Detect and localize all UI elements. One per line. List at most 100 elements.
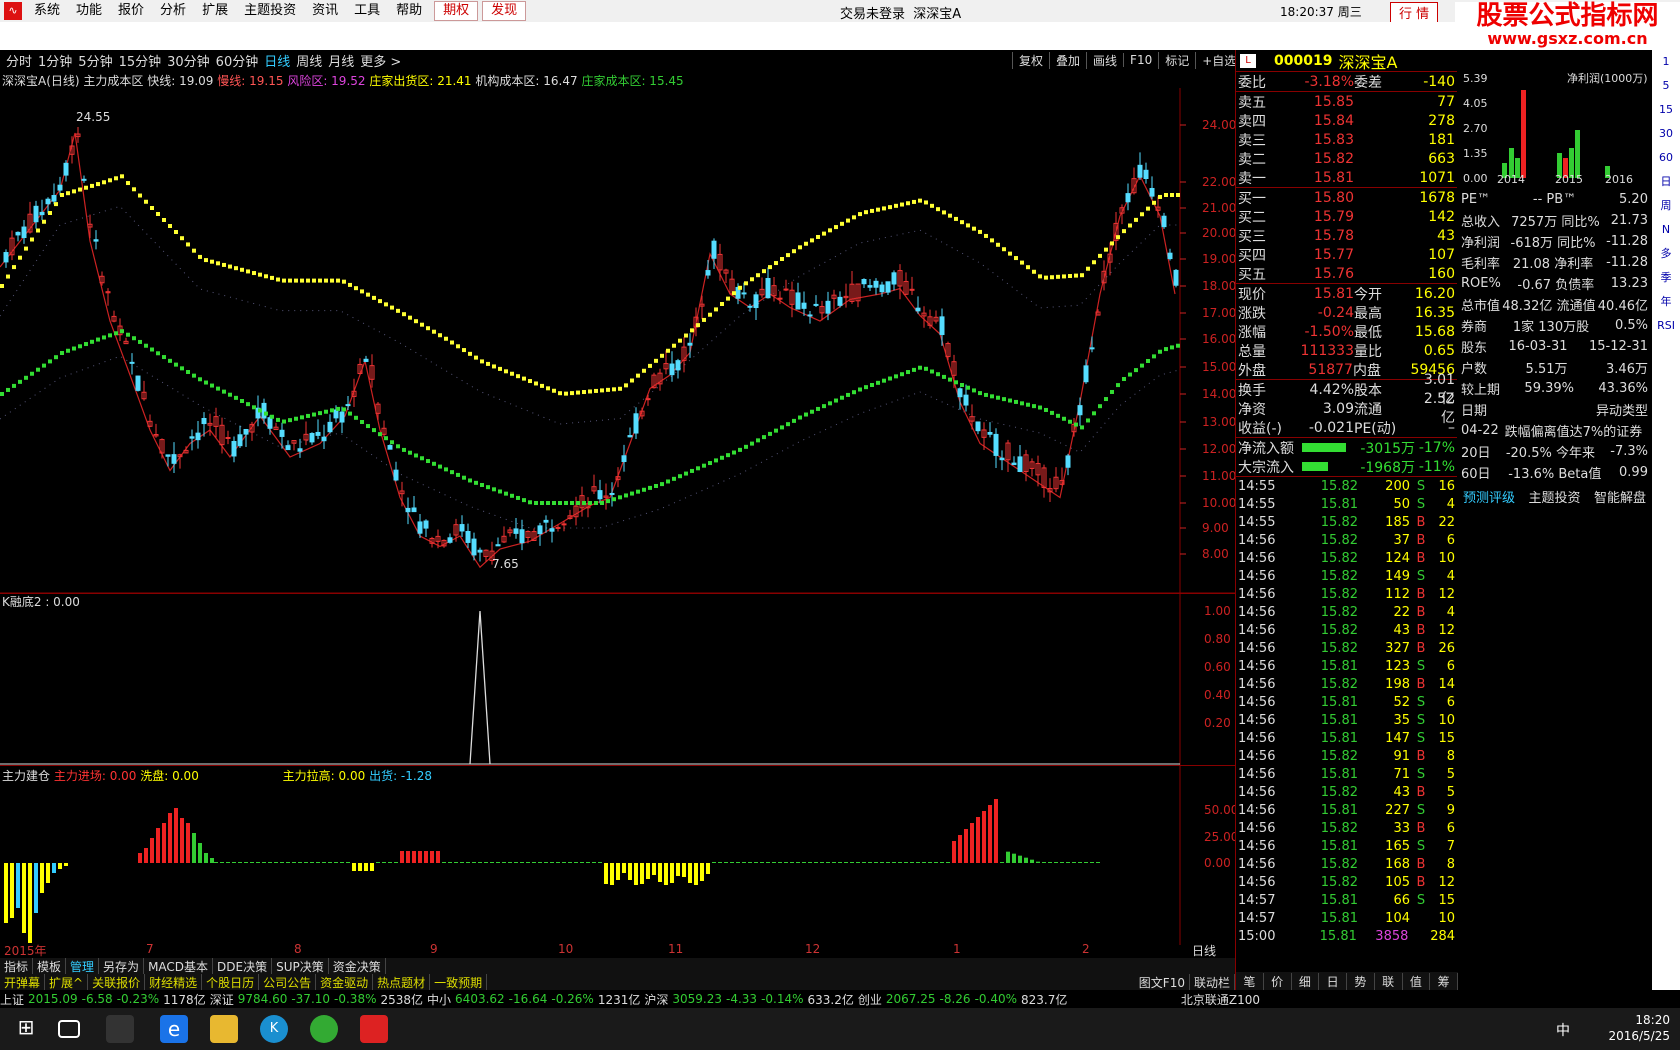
sidebar-period[interactable]: RSI [1652, 314, 1680, 338]
sidebar-period[interactable]: 5 [1652, 74, 1680, 98]
quote-button[interactable]: 行 情 [1390, 2, 1439, 23]
indicator-tab[interactable]: SUP决策 [272, 957, 329, 975]
finance-link[interactable]: 预测评级 [1463, 487, 1515, 506]
indicator-tab[interactable]: 指标 [0, 957, 34, 975]
feature-tab[interactable]: 公司公告 [259, 973, 317, 991]
sidebar-period[interactable]: 周 [1652, 194, 1680, 218]
main-force-indicator-chart[interactable]: 50.00 25.00 0.00 [0, 765, 1235, 945]
period-tab[interactable]: 15分钟 [119, 51, 162, 70]
sidebar-period[interactable]: 60 [1652, 146, 1680, 170]
high-label: 24.55 [76, 110, 110, 124]
sidebar-period[interactable]: 1 [1652, 50, 1680, 74]
band-dot [1116, 383, 1120, 388]
feature-tab[interactable]: 一致预期 [430, 973, 488, 991]
band-dot [912, 367, 916, 372]
menu-item[interactable]: 系统 [26, 0, 68, 22]
main-kline-chart[interactable]: 24.00 22.00 21.00 20.00 19.00 18.00 17.00 16.00… [0, 88, 1235, 593]
quote-tab[interactable]: 势 [1347, 972, 1375, 990]
sidebar-period[interactable]: 季 [1652, 266, 1680, 290]
sidebar-period[interactable]: 30 [1652, 122, 1680, 146]
feature-tab[interactable]: 开弹幕 [0, 973, 46, 991]
feature-tab[interactable]: 资金驱动 [316, 973, 374, 991]
menu-item[interactable]: 帮助 [388, 0, 430, 22]
quote-tab[interactable]: 筹 [1430, 972, 1458, 990]
band-dot [1032, 269, 1036, 274]
kugou-icon[interactable]: K [260, 1015, 288, 1043]
sidebar-period[interactable]: 年 [1652, 290, 1680, 314]
chart-tool-button[interactable]: 标记 [1158, 51, 1195, 69]
feature-tab[interactable]: 热点题材 [373, 973, 431, 991]
right-feature-tab[interactable]: 联动栏 [1190, 973, 1235, 991]
indicator-tab[interactable]: 另存为 [99, 957, 145, 975]
period-tab[interactable]: 更多 > [360, 51, 401, 70]
menu-item[interactable]: 功能 [68, 0, 110, 22]
chart-tool-button[interactable]: 画线 [1086, 51, 1123, 69]
period-tab[interactable]: 5分钟 [78, 51, 112, 70]
browser-icon[interactable] [310, 1015, 338, 1043]
period-tab[interactable]: 分时 [6, 51, 32, 70]
sidebar-period[interactable]: 日 [1652, 170, 1680, 194]
quote-tab[interactable]: 日 [1319, 972, 1347, 990]
flow-bar [1302, 443, 1346, 452]
sidebar-period[interactable]: 15 [1652, 98, 1680, 122]
windows-start-icon[interactable]: ⊞ [12, 1015, 40, 1043]
feature-tab[interactable]: 个股日历 [202, 973, 260, 991]
task-view-icon[interactable] [58, 1020, 80, 1038]
menu-item[interactable]: 扩展 [194, 0, 236, 22]
chart-tool-button[interactable]: 复权 [1012, 51, 1049, 69]
band-dot [390, 305, 394, 310]
period-tab[interactable]: 30分钟 [167, 51, 210, 70]
period-tab[interactable]: 月线 [328, 51, 354, 70]
menu-item[interactable]: 报价 [110, 0, 152, 22]
finance-link[interactable]: 主题投资 [1528, 487, 1580, 506]
feature-tab[interactable]: 财经精选 [145, 973, 203, 991]
indicator-tab[interactable]: 管理 [66, 957, 100, 975]
indicator-tab[interactable]: DDE决策 [213, 957, 273, 975]
right-feature-tab[interactable]: 图文F10 [1135, 973, 1190, 991]
band-dot [876, 207, 880, 212]
feature-tabs: 开弹幕 扩展^ 关联报价 财经精选 个股日历 公司公告 资金驱动 热点题材 一致预期 图文F10 联… [0, 973, 1235, 991]
band-dot [72, 189, 76, 194]
period-tab[interactable]: 60分钟 [216, 51, 259, 70]
quote-tab[interactable]: 价 [1264, 972, 1292, 990]
quote-tab[interactable]: 联 [1375, 972, 1403, 990]
finance-link[interactable]: 智能解盘 [1594, 487, 1646, 506]
feature-tab[interactable]: 关联报价 [88, 973, 146, 991]
menu-qiquan[interactable]: 期权 [434, 1, 479, 21]
period-tab[interactable]: 日线 [264, 51, 290, 70]
quote-tab[interactable]: 细 [1292, 972, 1320, 990]
menu-item[interactable]: 工具 [346, 0, 388, 22]
app-icon[interactable] [106, 1015, 134, 1043]
chart-tool-button[interactable]: F10 [1123, 53, 1158, 67]
indicator-tab[interactable]: 资金决策 [329, 957, 386, 975]
ime-indicator[interactable]: 中 [1556, 1020, 1570, 1040]
candle [9, 230, 15, 261]
menu-item[interactable]: 资讯 [304, 0, 346, 22]
indicator-tab[interactable]: MACD基本 [144, 957, 214, 975]
flow-bar [334, 862, 338, 863]
flow-bar [598, 862, 602, 863]
folder-icon[interactable] [210, 1015, 238, 1043]
flow-bar [790, 862, 794, 863]
band-dot [654, 358, 658, 363]
quote-tab[interactable]: 值 [1403, 972, 1431, 990]
candle [1143, 162, 1149, 184]
flow-bar [550, 862, 554, 863]
period-tab[interactable]: 1分钟 [38, 51, 72, 70]
sidebar-period[interactable]: N [1652, 218, 1680, 242]
candle [423, 519, 429, 537]
menu-item[interactable]: 主题投资 [236, 0, 304, 22]
edge-icon[interactable]: e [160, 1015, 188, 1043]
period-tab[interactable]: 周线 [296, 51, 322, 70]
menu-faxian[interactable]: 发现 [482, 1, 527, 21]
k-bottom-indicator-chart[interactable]: 1.00 0.80 0.60 0.40 0.20 [0, 593, 1235, 765]
candle [783, 279, 789, 292]
band-dot [1098, 404, 1102, 409]
feature-tab[interactable]: 扩展^ [45, 973, 89, 991]
quote-tab[interactable]: 笔 [1236, 972, 1264, 990]
indicator-tab[interactable]: 模板 [33, 957, 67, 975]
stock-app-icon[interactable] [360, 1015, 388, 1043]
menu-item[interactable]: 分析 [152, 0, 194, 22]
chart-tool-button[interactable]: 叠加 [1049, 51, 1086, 69]
sidebar-period[interactable]: 多 [1652, 242, 1680, 266]
